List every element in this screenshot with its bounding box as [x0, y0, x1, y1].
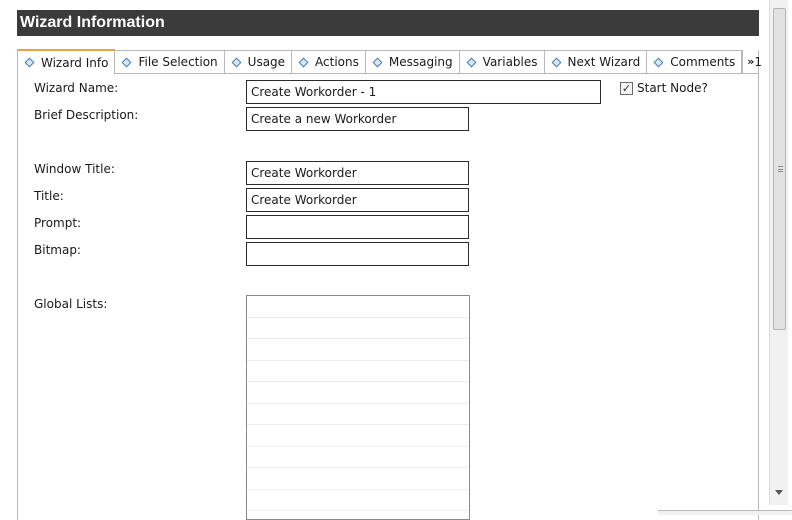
tab-label: Comments — [670, 55, 736, 69]
list-item[interactable] — [247, 468, 469, 490]
list-item[interactable] — [247, 490, 469, 511]
tab-label: Wizard Info — [41, 55, 109, 70]
diamond-icon — [231, 57, 242, 67]
prompt-field[interactable] — [246, 215, 469, 239]
section-header: Wizard Information — [17, 10, 759, 36]
list-item[interactable] — [247, 404, 469, 425]
prompt-label: Prompt: — [34, 216, 82, 230]
wizard-name-field[interactable] — [246, 80, 601, 104]
list-item[interactable] — [247, 361, 469, 382]
bitmap-field[interactable] — [246, 242, 469, 266]
diamond-icon — [653, 57, 664, 67]
brief-description-label: Brief Description: — [34, 108, 139, 122]
list-item[interactable] — [247, 447, 469, 468]
tab-overflow-button[interactable]: » 1 — [742, 50, 766, 73]
tab-usage[interactable]: Usage — [224, 50, 293, 73]
window-title-field[interactable] — [246, 161, 469, 185]
list-item[interactable] — [247, 425, 469, 447]
diamond-icon — [466, 57, 477, 67]
tab-label: Usage — [247, 55, 286, 69]
vertical-scrollbar[interactable] — [769, 0, 788, 505]
diamond-icon — [122, 57, 132, 67]
start-node-toggle[interactable]: ✓ Start Node? — [620, 81, 708, 95]
diamond-icon — [298, 57, 309, 67]
brief-description-field[interactable] — [246, 107, 469, 131]
title-label: Title: — [34, 189, 64, 203]
window-title-label: Window Title: — [34, 162, 115, 176]
diamond-icon — [551, 57, 561, 67]
diamond-icon — [24, 57, 35, 68]
tab-file-selection[interactable]: File Selection — [115, 50, 225, 73]
start-node-label: Start Node? — [637, 81, 708, 95]
tab-actions[interactable]: Actions — [292, 50, 366, 73]
scroll-down-arrow-icon[interactable] — [775, 490, 783, 495]
tab-overflow-count: 1 — [754, 54, 763, 69]
scrollbar-thumb[interactable] — [773, 8, 786, 330]
global-lists-listbox[interactable] — [246, 295, 470, 520]
tab-label: Messaging — [388, 55, 453, 69]
section-title: Wizard Information — [20, 14, 165, 31]
tab-label: File Selection — [138, 55, 218, 69]
tab-label: Actions — [315, 55, 359, 69]
list-item[interactable] — [247, 318, 469, 339]
list-item[interactable] — [247, 339, 469, 361]
diamond-icon — [372, 57, 383, 67]
list-item[interactable] — [247, 382, 469, 404]
tab-messaging[interactable]: Messaging — [365, 50, 460, 73]
list-item[interactable] — [247, 296, 469, 318]
tab-comments[interactable]: Comments — [647, 50, 743, 73]
horizontal-scrollbar-fragment — [658, 510, 792, 515]
grip-icon — [778, 166, 783, 172]
tab-bar: Wizard Info File Selection Usage Actions… — [17, 49, 762, 74]
chevron-right-double-icon: » — [747, 55, 755, 68]
tab-label: Next Wizard — [567, 55, 641, 69]
tab-label: Variables — [482, 55, 538, 69]
bitmap-label: Bitmap: — [34, 243, 81, 257]
tab-variables[interactable]: Variables — [459, 50, 545, 73]
global-lists-label: Global Lists: — [34, 297, 108, 311]
wizard-name-label: Wizard Name: — [34, 81, 119, 95]
title-field[interactable] — [246, 188, 469, 212]
start-node-checkbox[interactable]: ✓ — [620, 81, 633, 95]
tab-wizard-info[interactable]: Wizard Info — [17, 49, 116, 74]
tab-next-wizard[interactable]: Next Wizard — [544, 50, 648, 73]
